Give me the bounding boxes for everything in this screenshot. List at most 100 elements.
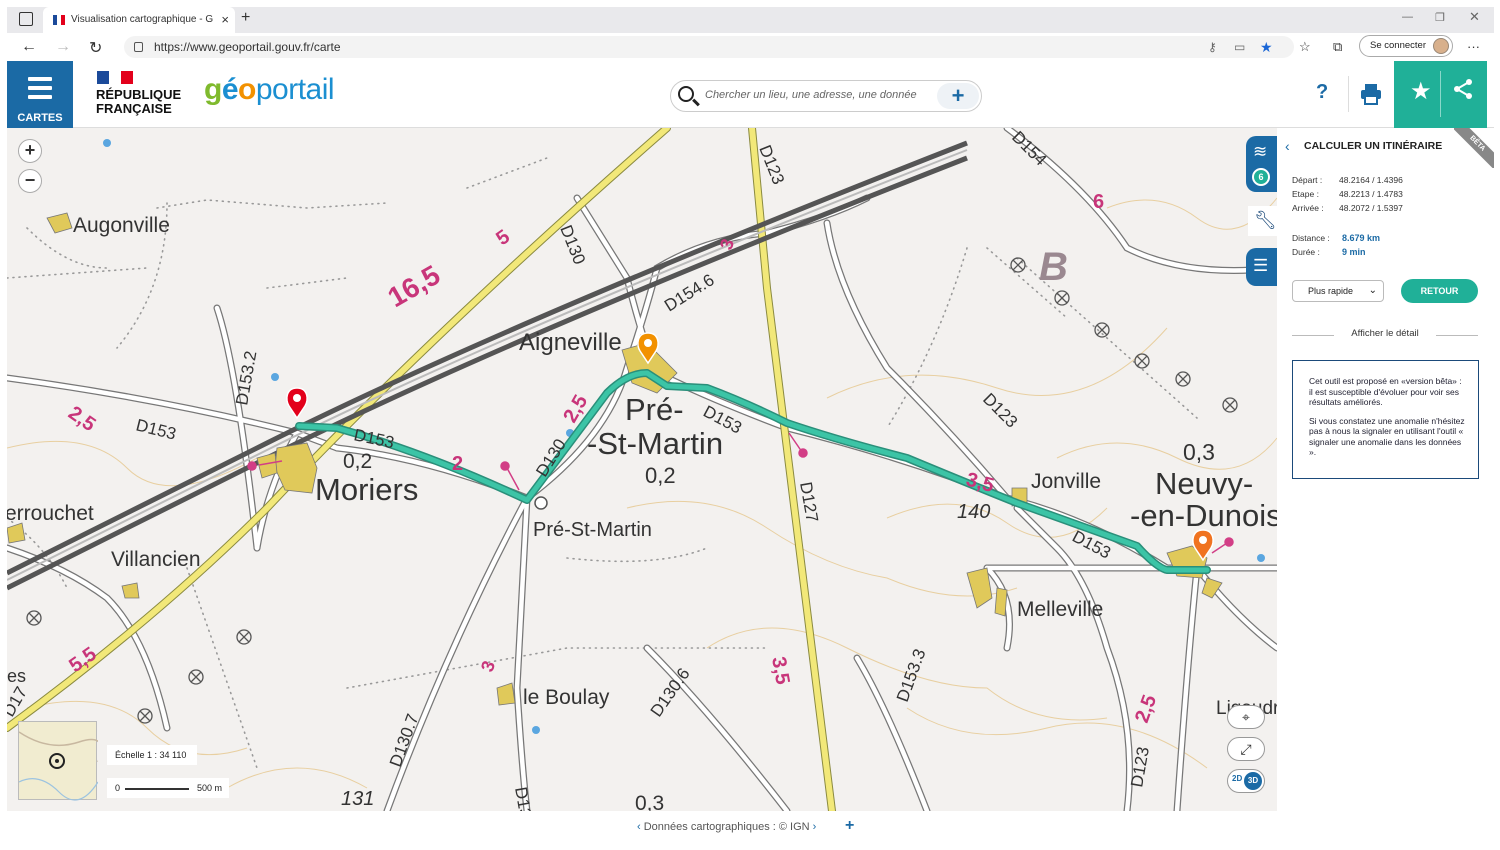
value-02-moriers: 0,2 xyxy=(343,450,372,473)
legend-button[interactable]: ☰ xyxy=(1246,248,1277,286)
distance-row: Distance : 8.679 km xyxy=(1292,233,1380,243)
layers-count-badge: 6 xyxy=(1252,168,1270,186)
layers-icon: ≋ xyxy=(1253,142,1268,161)
distance-label: 5,5 xyxy=(65,643,100,677)
mode-2d-label: 2D xyxy=(1232,774,1243,783)
depart-value: 48.2164 / 1.4396 xyxy=(1339,175,1403,185)
depart-label: Départ : xyxy=(1292,175,1323,185)
logo-e: é xyxy=(221,73,239,106)
view-2d-3d-toggle[interactable]: 2D 3D xyxy=(1227,769,1265,793)
etape-row: Etape : 48.2213 / 1.4783 xyxy=(1292,189,1403,199)
road-d154: D154 xyxy=(1008,128,1050,170)
browser-tab-bar: Visualisation cartographique - G × + — ❐… xyxy=(7,7,1494,33)
cartes-menu-label: CARTES xyxy=(17,112,63,124)
more-attribution-plus-icon[interactable]: + xyxy=(845,817,854,835)
key-icon[interactable]: ⚷ xyxy=(1208,36,1217,58)
reload-icon[interactable]: ↻ xyxy=(89,38,102,58)
junction-marker xyxy=(534,496,548,510)
recenter-target-icon[interactable] xyxy=(49,753,65,769)
close-tab-icon[interactable]: × xyxy=(221,7,229,33)
route-mode-select[interactable]: Plus rapide ⌄ xyxy=(1292,280,1384,302)
depart-row: Départ : 48.2164 / 1.4396 xyxy=(1292,175,1403,185)
etape-value: 48.2213 / 1.4783 xyxy=(1339,189,1403,199)
attribution-text: Données cartographiques : © IGN xyxy=(643,821,810,833)
search-box[interactable]: Chercher un lieu, une adresse, une donné… xyxy=(670,80,982,112)
advanced-search-plus-button[interactable]: + xyxy=(937,83,979,109)
value-140: 140 xyxy=(957,501,990,523)
show-detail-label: Afficher le détail xyxy=(1351,328,1419,339)
road-d153-3: D153.3 xyxy=(893,646,930,704)
collections-icon[interactable]: ⧉ xyxy=(1333,39,1342,55)
fullscreen-button[interactable]: ⤢ xyxy=(1227,737,1265,761)
road-d123-b: D123 xyxy=(979,389,1021,431)
road-d130: D130 xyxy=(532,436,570,481)
beta-label: BÊTA xyxy=(1454,128,1494,168)
search-placeholder: Chercher un lieu, une adresse, une donné… xyxy=(705,89,917,101)
notice-paragraph-1: Cet outil est proposé en «version bêta» … xyxy=(1309,376,1462,407)
route-mode-value: Plus rapide xyxy=(1308,286,1354,296)
geoportail-logo[interactable]: géoportail xyxy=(204,73,335,107)
url-field[interactable]: https://www.geoportail.gouv.fr/carte ⚷ ▭… xyxy=(124,36,1294,58)
road-d153-2: D153.2 xyxy=(232,349,260,406)
zoom-in-button[interactable]: + xyxy=(18,139,42,163)
duree-row: Durée : 9 min xyxy=(1292,247,1366,257)
avatar xyxy=(1433,38,1449,54)
place-neuvy-2: -en-Dunois xyxy=(1130,498,1277,533)
arrivee-row: Arrivée : 48.2072 / 1.5397 xyxy=(1292,203,1403,213)
favorites-star-icon[interactable]: ★ xyxy=(1410,77,1432,106)
zone-label-b: B xyxy=(1039,245,1068,289)
overview-minimap[interactable] xyxy=(18,721,98,801)
distance-value: 8.679 km xyxy=(1342,233,1381,243)
sign-in-button[interactable]: Se connecter xyxy=(1359,35,1453,57)
place-pre-st-martin-small: Pré-St-Martin xyxy=(533,519,652,541)
retour-button[interactable]: RETOUR xyxy=(1401,279,1478,303)
distance-label: 2,5 xyxy=(64,402,99,436)
scale-bar: 0 500 m xyxy=(107,778,229,798)
road-d130-b: D130 xyxy=(556,222,589,267)
back-chevron-icon[interactable]: ‹ xyxy=(1285,138,1290,154)
notice-paragraph-2: Si vous constatez une anomalie n'hésitez… xyxy=(1309,415,1465,458)
browser-tab[interactable]: Visualisation cartographique - G × xyxy=(43,7,235,33)
place-villancien: Villancien xyxy=(111,548,201,571)
maximize-icon[interactable]: ❐ xyxy=(1435,11,1445,24)
layers-button[interactable]: ≋ 6 xyxy=(1246,136,1277,192)
show-detail-link[interactable]: Afficher le détail xyxy=(1292,328,1478,339)
back-icon[interactable]: ← xyxy=(21,38,37,56)
new-tab-icon[interactable]: + xyxy=(241,9,250,27)
beta-notice-box: Cet outil est proposé en «version bêta» … xyxy=(1292,360,1479,479)
more-menu-icon[interactable]: ··· xyxy=(1467,39,1480,54)
list-icon: ☰ xyxy=(1253,256,1269,275)
start-pin-icon[interactable] xyxy=(286,387,308,420)
zoom-out-button[interactable]: − xyxy=(18,169,42,193)
geoportail-favicon-icon xyxy=(53,15,65,25)
arrivee-value: 48.2072 / 1.5397 xyxy=(1339,203,1403,213)
actions-divider xyxy=(1440,71,1441,117)
topographic-map: Augonville Aigneville Pré- -St-Martin 0,… xyxy=(7,128,1277,811)
close-window-icon[interactable]: ✕ xyxy=(1469,9,1480,25)
place-neuvy-1: Neuvy- xyxy=(1155,466,1253,501)
favorites-icon[interactable]: ☆ xyxy=(1299,39,1311,55)
attribution-toggle[interactable]: ‹ Données cartographiques : © IGN › xyxy=(637,821,816,833)
header-actions-green: ★ xyxy=(1394,61,1487,128)
road-d153-b: D153 xyxy=(134,415,178,443)
logo-o: o xyxy=(238,73,256,106)
place-melleville: Melleville xyxy=(1017,598,1103,621)
cartes-menu-button[interactable]: CARTES xyxy=(7,61,73,128)
reader-icon[interactable]: ▭ xyxy=(1234,36,1245,58)
hamburger-icon xyxy=(28,77,52,104)
tab-actions-icon[interactable] xyxy=(19,12,33,26)
geolocate-button[interactable]: ⌖ xyxy=(1227,705,1265,729)
arrivee-label: Arrivée : xyxy=(1292,203,1324,213)
help-icon[interactable]: ? xyxy=(1316,81,1328,104)
print-icon[interactable] xyxy=(1360,83,1382,105)
favorite-star-icon[interactable]: ★ xyxy=(1260,36,1273,58)
scale-line xyxy=(125,788,189,790)
tools-button[interactable]: 🔧︎ xyxy=(1248,206,1277,236)
minimize-icon[interactable]: — xyxy=(1402,11,1413,23)
url-text: https://www.geoportail.gouv.fr/carte xyxy=(154,40,341,54)
search-icon[interactable] xyxy=(678,86,694,102)
forward-icon[interactable]: → xyxy=(55,38,71,56)
map-canvas[interactable]: Augonville Aigneville Pré- -St-Martin 0,… xyxy=(7,128,1277,811)
distance-label: 2,5 xyxy=(1131,692,1161,726)
share-icon[interactable] xyxy=(1452,78,1474,100)
